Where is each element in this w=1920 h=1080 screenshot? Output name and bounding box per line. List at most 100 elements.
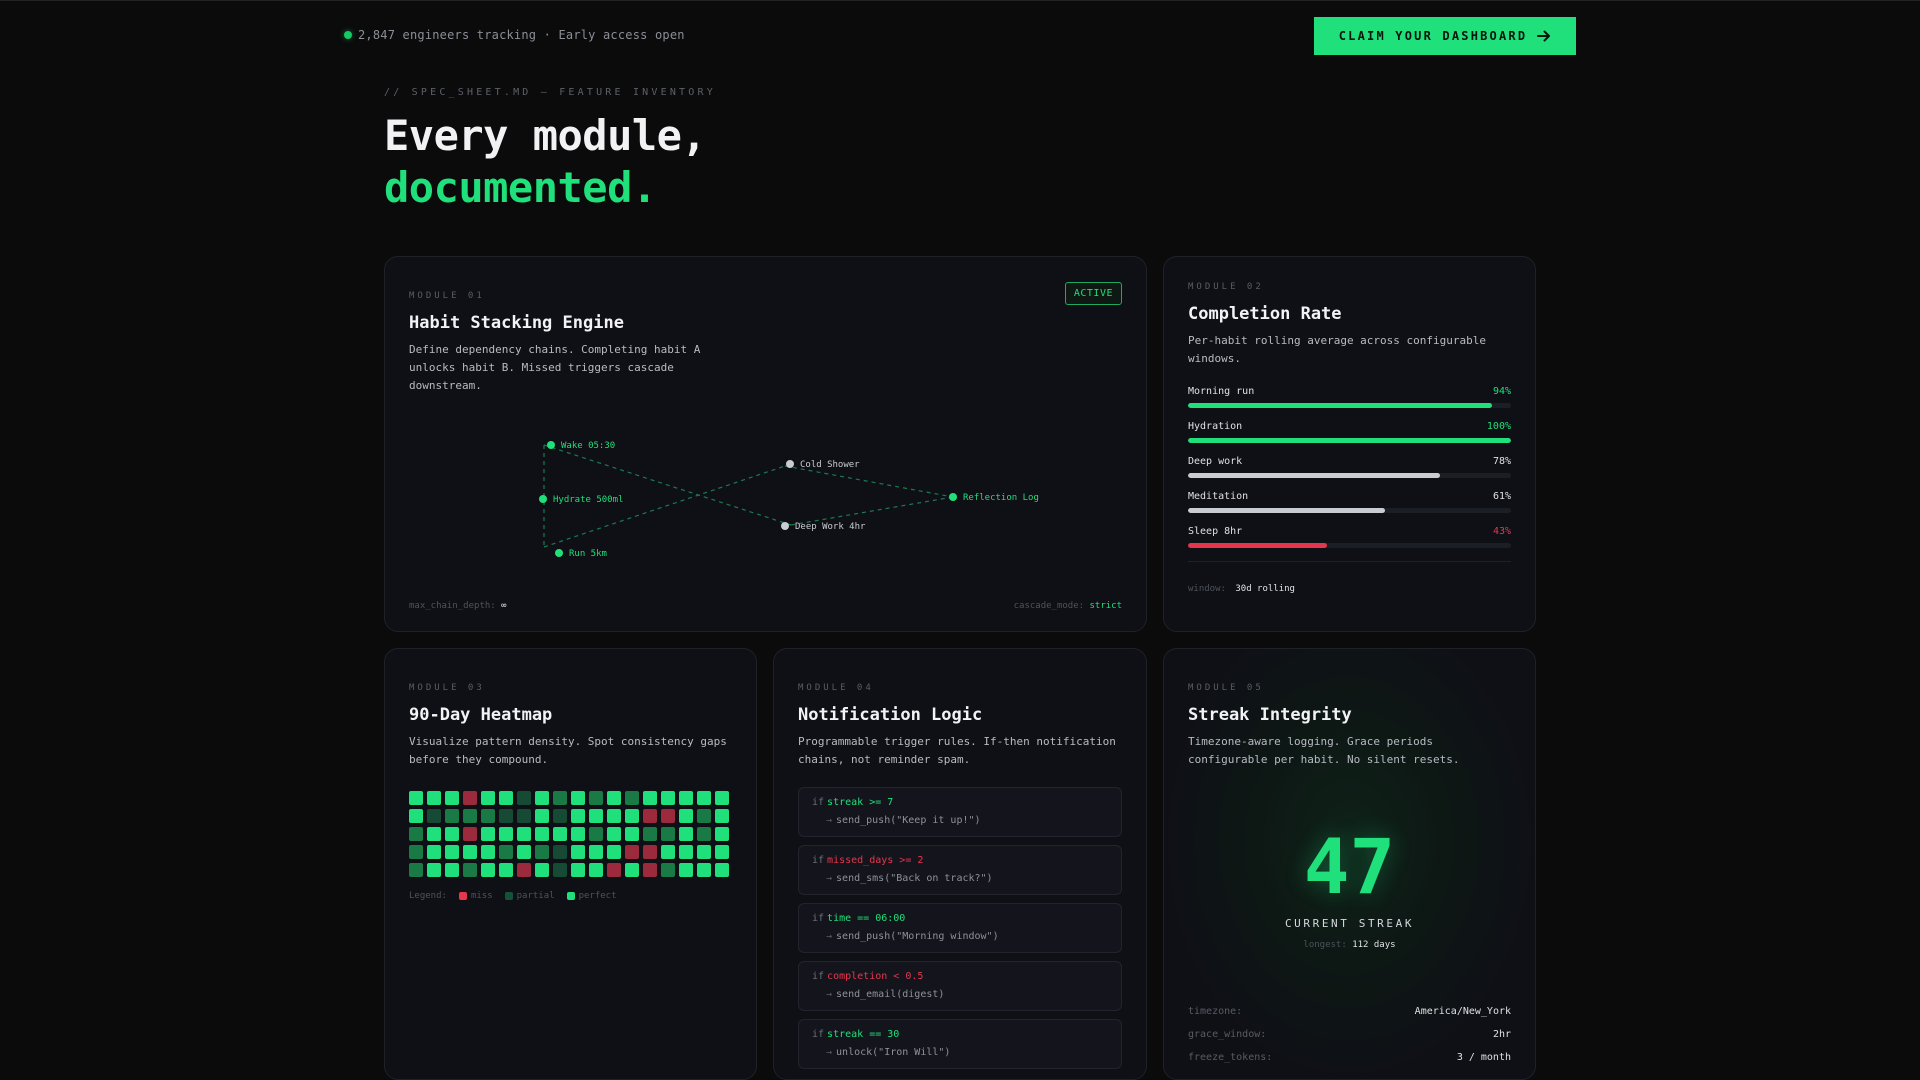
node-dot-icon[interactable] <box>786 460 794 468</box>
window-key: window: <box>1188 584 1226 594</box>
arrow-right-icon <box>1537 30 1551 42</box>
heatmap-cell <box>481 863 495 877</box>
heatmap-cell <box>535 845 549 859</box>
heatmap-cell <box>643 863 657 877</box>
heatmap-cell <box>553 845 567 859</box>
trigger-rule[interactable]: if completion < 0.5 → send_email(digest) <box>798 961 1122 1011</box>
heatmap-cell <box>589 863 603 877</box>
habit-percent: 94% <box>1492 386 1511 397</box>
footer-cascade-mode: cascade_mode: strict <box>1014 601 1122 611</box>
longest-value: 112 days <box>1352 940 1396 950</box>
heatmap-cell <box>427 809 441 823</box>
heatmap-cell <box>589 845 603 859</box>
heatmap-cell <box>481 827 495 841</box>
trigger-rule[interactable]: if time == 06:00 → send_push("Morning windo… <box>798 903 1122 953</box>
heatmap-cell <box>661 809 675 823</box>
habit-name: Deep work <box>1188 456 1243 467</box>
page-title-line2: documented. <box>384 163 657 212</box>
heatmap-cell <box>517 845 531 859</box>
node-dot-icon[interactable] <box>949 493 957 501</box>
node-dot-icon[interactable] <box>555 549 563 557</box>
habit-name: Morning run <box>1188 386 1255 397</box>
progress-track <box>1188 403 1511 408</box>
rule-action: send_push("Keep it up!") <box>836 815 981 826</box>
heatmap-cell <box>679 845 693 859</box>
heatmap-cell <box>445 845 459 859</box>
longest-key: longest: <box>1303 940 1347 950</box>
heatmap-cell <box>517 863 531 877</box>
node-label: Cold Shower <box>800 460 860 470</box>
heatmap-cell <box>445 791 459 805</box>
heatmap-cell <box>625 863 639 877</box>
node-label: Wake 05:30 <box>561 441 615 451</box>
progress-track <box>1188 473 1511 478</box>
footer-value: ∞ <box>501 601 507 611</box>
heatmap-cell <box>499 845 513 859</box>
habit-name: Meditation <box>1188 491 1249 502</box>
claim-dashboard-button[interactable]: CLAIM YOUR DASHBOARD <box>1314 17 1576 55</box>
trigger-rule[interactable]: if missed_days >= 2 → send_sms("Back on tra… <box>798 845 1122 895</box>
status-text: 2,847 engineers tracking · Early access … <box>358 28 685 42</box>
completion-bar-row: Deep work 78% <box>1188 456 1511 478</box>
heatmap-cell <box>499 791 513 805</box>
module-description: Visualize pattern density. Spot consiste… <box>409 735 727 766</box>
heatmap-cell <box>625 791 639 805</box>
module-description: Programmable trigger rules. If-then noti… <box>798 735 1116 766</box>
heatmap-cell <box>463 809 477 823</box>
heatmap-cell <box>463 845 477 859</box>
legend-label: perfect <box>578 891 617 901</box>
legend-label: partial <box>516 891 555 901</box>
heatmap-cell <box>643 791 657 805</box>
progress-fill <box>1188 508 1386 513</box>
legend-label: miss <box>470 891 493 901</box>
heatmap-cell <box>715 863 729 877</box>
setting-key: freeze_tokens: <box>1188 1052 1273 1063</box>
heatmap-cell <box>409 809 423 823</box>
footer-key: max_chain_depth: <box>409 601 496 611</box>
top-border <box>0 0 1920 1</box>
module-label: MODULE 03 <box>409 683 485 693</box>
heatmap-cell <box>517 827 531 841</box>
divider <box>1188 561 1511 562</box>
setting-row: freeze_tokens: 3 / month <box>1188 1052 1511 1063</box>
habit-name: Sleep 8hr <box>1188 526 1243 537</box>
heatmap-cell <box>535 791 549 805</box>
completion-bar-row: Sleep 8hr 43% <box>1188 526 1511 548</box>
heatmap-cell <box>697 791 711 805</box>
module-label: MODULE 02 <box>1188 282 1264 292</box>
edge-deepwork-reflection <box>790 496 954 526</box>
heatmap-cell <box>661 791 675 805</box>
heatmap-cell <box>571 791 585 805</box>
rule-condition: missed_days >= 2 <box>827 855 924 866</box>
heatmap-cell <box>607 845 621 859</box>
setting-value: 2hr <box>1492 1029 1511 1040</box>
node-label: Run 5km <box>569 549 607 559</box>
heatmap-cell <box>607 827 621 841</box>
heatmap-legend: Legend: miss partial perfect <box>409 891 732 901</box>
legend-swatch-icon <box>458 892 467 900</box>
progress-fill <box>1188 403 1492 408</box>
trigger-rule[interactable]: if streak == 30 → unlock("Iron Will") <box>798 1019 1122 1069</box>
heatmap-cell <box>535 827 549 841</box>
module-title: 90-Day Heatmap <box>409 705 553 725</box>
rule-action: send_push("Morning window") <box>836 931 999 942</box>
rule-keyword: if <box>812 797 825 808</box>
trigger-rule[interactable]: if streak >= 7 → send_push("Keep it up!") <box>798 787 1122 837</box>
habit-percent: 78% <box>1492 456 1511 467</box>
legend-item-perfect: perfect <box>566 891 617 901</box>
setting-value: America/New_York <box>1414 1006 1511 1017</box>
heatmap-cell <box>643 845 657 859</box>
footer-max-chain-depth: max_chain_depth: ∞ <box>409 601 507 611</box>
heatmap-cell <box>553 863 567 877</box>
heatmap-cell <box>463 863 477 877</box>
node-dot-icon[interactable] <box>539 495 547 503</box>
node-dot-icon[interactable] <box>781 522 789 530</box>
completion-bar-row: Hydration 100% <box>1188 421 1511 443</box>
module-card-habit-stacking: Wake 05:30 Hydrate 500ml Run 5km Cold Showe… <box>384 256 1147 632</box>
heatmap-cell <box>697 827 711 841</box>
heatmap-cell <box>607 809 621 823</box>
node-dot-icon[interactable] <box>547 441 555 449</box>
heatmap-cell <box>499 827 513 841</box>
heatmap-cell <box>409 863 423 877</box>
legend-swatch-icon <box>504 892 513 900</box>
